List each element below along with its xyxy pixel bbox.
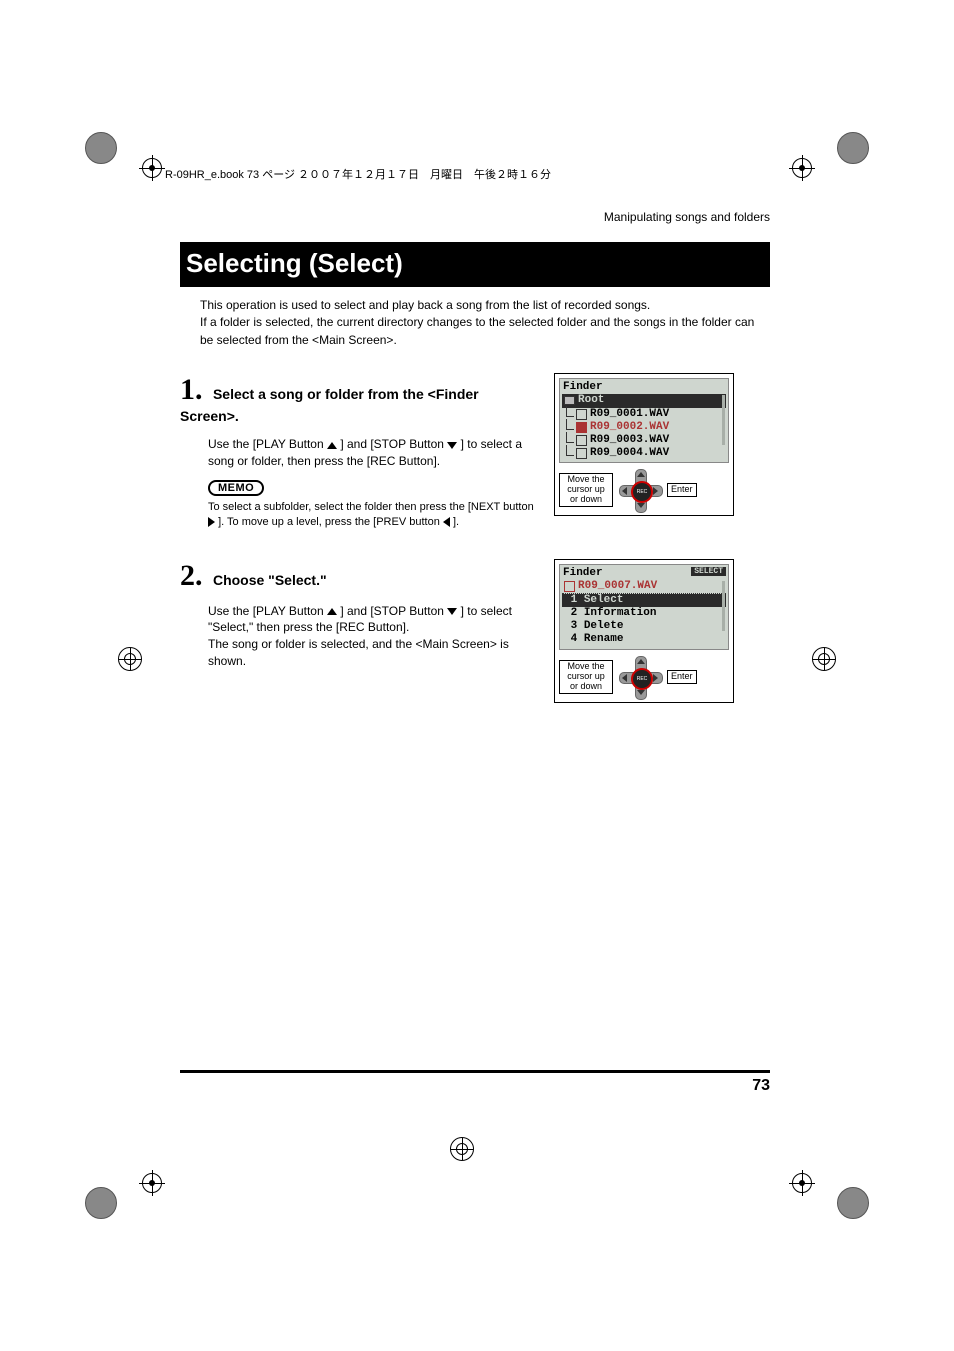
lcd1-item-1-label: R09_0002.WAV bbox=[590, 421, 669, 434]
step-2-body-a: Use the [PLAY Button bbox=[208, 604, 327, 618]
memo-b: ]. To move up a level, press the [PREV b… bbox=[218, 516, 443, 528]
step-1-heading: Select a song or folder from the <Finder… bbox=[180, 386, 479, 424]
step-2-body-d: The song or folder is selected, and the … bbox=[208, 637, 509, 668]
crop-corner-tl bbox=[85, 132, 117, 164]
crop-corner-br bbox=[837, 1187, 869, 1219]
lcd2-menu-3: 4 Rename bbox=[562, 633, 726, 646]
lcd2-button-panel: Move the cursor up or down REC Enter bbox=[559, 656, 729, 698]
lcd2-menu-1-n: 2 bbox=[571, 607, 578, 620]
lcd2-title-text: Finder bbox=[563, 567, 603, 579]
lcd1-scrollbar bbox=[722, 395, 725, 445]
crop-target-bl bbox=[142, 1173, 162, 1193]
step-1-number: 1. bbox=[180, 373, 203, 406]
play-up-icon bbox=[327, 442, 337, 449]
lcd2-menu-0-label: Select bbox=[584, 594, 624, 607]
folder-icon bbox=[564, 396, 575, 405]
file-icon bbox=[576, 422, 587, 433]
lcd2-menu-2-n: 3 bbox=[571, 620, 578, 633]
stop-down-icon bbox=[447, 608, 457, 615]
step-1-body-b: ] and [STOP Button bbox=[340, 437, 447, 451]
step-1-body-a: Use the [PLAY Button bbox=[208, 437, 327, 451]
lcd2-badge: SELECT bbox=[691, 567, 726, 577]
lcd1-item-2-label: R09_0003.WAV bbox=[590, 434, 669, 447]
rec-button-icon: REC bbox=[631, 481, 653, 503]
lcd1-item-1: R09_0002.WAV bbox=[562, 421, 726, 434]
lcd1-button-panel: Move the cursor up or down REC Enter bbox=[559, 469, 729, 511]
lcd1-enter-label: Enter bbox=[667, 483, 697, 497]
lcd2-file: R09_0007.WAV bbox=[562, 580, 726, 594]
chapter-label: Manipulating songs and folders bbox=[180, 210, 770, 224]
page-number: 73 bbox=[180, 1073, 770, 1095]
section-title: Selecting (Select) bbox=[180, 246, 413, 283]
memo-badge: MEMO bbox=[208, 480, 264, 496]
footer-rule: 73 bbox=[180, 1070, 770, 1095]
step-2: 2. Choose "Select." Use the [PLAY Button… bbox=[180, 559, 770, 703]
crop-corner-tr bbox=[837, 132, 869, 164]
crop-target-tr bbox=[792, 158, 812, 178]
lcd1-item-3-label: R09_0004.WAV bbox=[590, 447, 669, 460]
lcd1-root: Root bbox=[562, 394, 726, 407]
lcd2-menu-2: 3 Delete bbox=[562, 620, 726, 633]
lcd2-menu-1-label: Information bbox=[584, 607, 657, 620]
step-2-body-b: ] and [STOP Button bbox=[340, 604, 447, 618]
lcd2-move-label: Move the cursor up or down bbox=[559, 660, 613, 694]
lcd2-menu-0-n: 1 bbox=[571, 594, 578, 607]
lcd2-file-label: R09_0007.WAV bbox=[578, 580, 657, 593]
page-content: Manipulating songs and folders Selecting… bbox=[180, 210, 770, 731]
lcd1-title: Finder bbox=[562, 381, 726, 394]
crop-target-tl bbox=[142, 158, 162, 178]
crop-corner-bl bbox=[85, 1187, 117, 1219]
intro-text: This operation is used to select and pla… bbox=[200, 297, 770, 349]
section-title-bar: Selecting (Select) bbox=[180, 242, 770, 287]
crop-target-ml bbox=[118, 647, 142, 671]
step-1: 1. Select a song or folder from the <Fin… bbox=[180, 373, 770, 530]
lcd2-menu-2-label: Delete bbox=[584, 620, 624, 633]
crop-target-mr bbox=[812, 647, 836, 671]
stop-down-icon bbox=[447, 442, 457, 449]
step-2-heading: Choose "Select." bbox=[213, 572, 327, 588]
prev-left-icon bbox=[443, 517, 450, 527]
dpad-icon: REC bbox=[619, 656, 661, 698]
memo-a: To select a subfolder, select the folder… bbox=[208, 501, 534, 513]
memo-text: To select a subfolder, select the folder… bbox=[208, 500, 540, 531]
play-up-icon bbox=[327, 608, 337, 615]
lcd2-menu-3-n: 4 bbox=[571, 633, 578, 646]
step-1-body: Use the [PLAY Button ] and [STOP Button … bbox=[208, 436, 540, 470]
next-right-icon bbox=[208, 517, 215, 527]
book-header-line: R-09HR_e.book 73 ページ ２００７年１２月１７日 月曜日 午後２… bbox=[165, 166, 551, 182]
step-1-figure: Finder Root R09_0001.WAV R09_0002.WAV R0… bbox=[554, 373, 734, 516]
lcd2-menu-0: 1 Select bbox=[562, 594, 726, 607]
file-icon bbox=[576, 435, 587, 446]
step-2-figure: Finder SELECT R09_0007.WAV 1 Select 2 In… bbox=[554, 559, 734, 703]
step-2-number: 2. bbox=[180, 559, 203, 592]
lcd2-title: Finder SELECT bbox=[562, 567, 726, 580]
file-icon bbox=[564, 581, 575, 592]
lcd2-menu-1: 2 Information bbox=[562, 607, 726, 620]
lcd1-root-label: Root bbox=[578, 394, 604, 407]
lcd1-move-label: Move the cursor up or down bbox=[559, 473, 613, 507]
lcd2-scrollbar bbox=[722, 581, 725, 631]
lcd2-menu-3-label: Rename bbox=[584, 633, 624, 646]
rec-button-icon: REC bbox=[631, 668, 653, 690]
memo-c: ]. bbox=[453, 516, 459, 528]
lcd1-item-0: R09_0001.WAV bbox=[562, 408, 726, 421]
lcd1-item-0-label: R09_0001.WAV bbox=[590, 408, 669, 421]
crop-target-bc bbox=[450, 1137, 474, 1161]
step-2-body: Use the [PLAY Button ] and [STOP Button … bbox=[208, 603, 540, 670]
intro-line-2: If a folder is selected, the current dir… bbox=[200, 315, 754, 346]
file-icon bbox=[576, 409, 587, 420]
lcd1-item-2: R09_0003.WAV bbox=[562, 434, 726, 447]
intro-line-1: This operation is used to select and pla… bbox=[200, 298, 650, 312]
lcd2-enter-label: Enter bbox=[667, 670, 697, 684]
crop-target-br bbox=[792, 1173, 812, 1193]
lcd1-item-3: R09_0004.WAV bbox=[562, 447, 726, 460]
file-icon bbox=[576, 448, 587, 459]
dpad-icon: REC bbox=[619, 469, 661, 511]
